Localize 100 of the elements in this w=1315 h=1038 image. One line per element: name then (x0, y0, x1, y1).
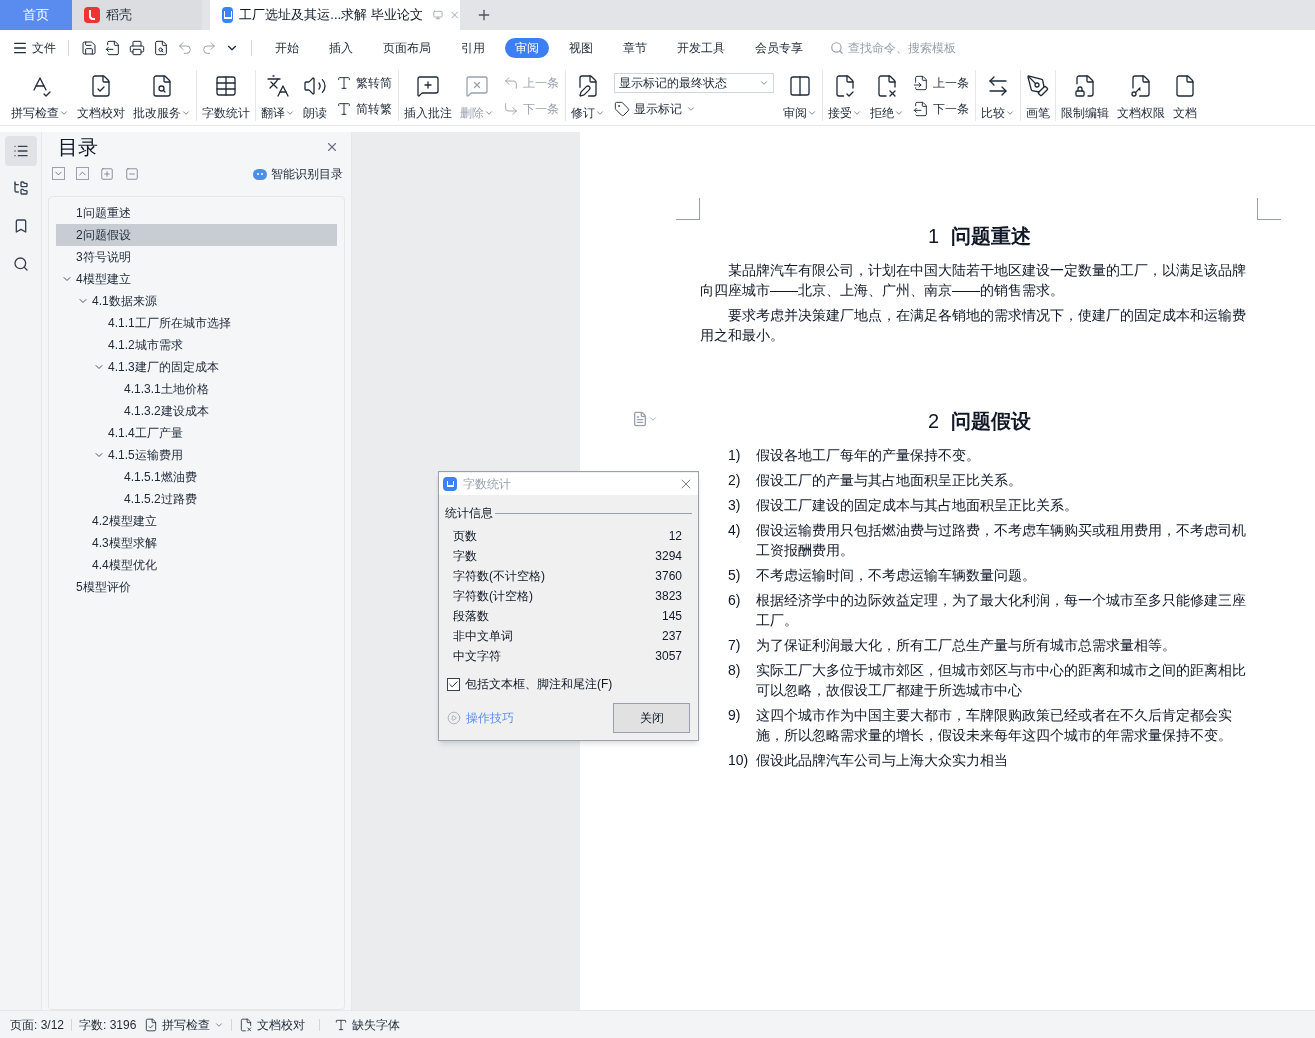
menu-tab[interactable]: 页面布局 (373, 38, 441, 58)
list-number: 1) (728, 446, 742, 465)
undo-icon[interactable] (177, 40, 193, 56)
margin-corner-mark (676, 198, 700, 220)
stat-value: 3823 (655, 588, 682, 605)
include-checkbox[interactable]: 包括文本框、脚注和尾注(F) (447, 675, 690, 693)
ribbon-button[interactable]: 下一条 (913, 99, 969, 118)
browser-tab[interactable]: 稻壳 (72, 0, 202, 30)
menu-tab[interactable]: 插入 (319, 38, 363, 58)
close-icon[interactable] (325, 140, 339, 154)
arrow-icon (503, 74, 519, 91)
toc-item[interactable]: 4.1.5.1燃油费 (56, 466, 337, 488)
print-icon[interactable] (129, 40, 145, 56)
ribbon-button[interactable]: 翻译 (258, 69, 298, 122)
menu-tab[interactable]: 会员专享 (745, 38, 813, 58)
toc-item[interactable]: 4.2模型建立 (56, 510, 337, 532)
toc-item[interactable]: 4.1.3建厂的固定成本 (56, 356, 337, 378)
ribbon-button[interactable]: 限制编辑 (1058, 69, 1112, 122)
search-icon[interactable] (12, 256, 29, 272)
outline-icon[interactable] (4, 136, 37, 166)
toc-item[interactable]: 2问题假设 (56, 224, 337, 246)
ribbon-button[interactable]: 批改服务 (130, 69, 194, 122)
stat-value: 3760 (655, 568, 682, 585)
toc-item[interactable]: 4.1.3.1土地价格 (56, 378, 337, 400)
ribbon-button[interactable]: 修订 (568, 69, 608, 122)
toc-item[interactable]: 4.1.4工厂产量 (56, 422, 337, 444)
menu-tab[interactable]: 审阅 (505, 38, 549, 58)
preview-icon[interactable] (153, 40, 169, 56)
menu-tab[interactable]: 引用 (451, 38, 495, 58)
play-icon (447, 711, 461, 725)
toc-item[interactable]: 4.3模型求解 (56, 532, 337, 554)
toc-item[interactable]: 4.4模型优化 (56, 554, 337, 576)
checkbox[interactable] (447, 677, 460, 691)
file-menu[interactable]: 文件 (12, 39, 56, 57)
ribbon-button[interactable]: 拒绝 (867, 69, 907, 122)
toc-item[interactable]: 5模型评价 (56, 576, 337, 598)
minus-icon[interactable] (125, 167, 139, 181)
toc-item[interactable]: 4模型建立 (56, 268, 337, 290)
tree-icon[interactable] (12, 180, 29, 196)
spell-check-button[interactable]: 拼写检查 (144, 1015, 225, 1034)
toc-item[interactable]: 4.1.5.2过路费 (56, 488, 337, 510)
toc-item[interactable]: 3符号说明 (56, 246, 337, 268)
ribbon-button[interactable]: 拼写检查 (8, 69, 72, 122)
toc-item[interactable]: 4.1.1工厂所在城市选择 (56, 312, 337, 334)
ribbon-button[interactable]: 文档 (1170, 69, 1200, 122)
document-icon (1173, 73, 1197, 98)
ribbon-button[interactable]: 文档校对 (74, 69, 128, 122)
menu-tab[interactable]: 章节 (613, 38, 657, 58)
markup-select[interactable]: 显示标记的最终状态 (614, 73, 774, 93)
ribbon-button[interactable]: 显示标记 (614, 100, 774, 118)
menu-tab[interactable]: 开发工具 (667, 38, 735, 58)
browser-tab[interactable]: 工厂选址及其运...求解 毕业论文 (210, 0, 460, 30)
redo-icon[interactable] (201, 40, 217, 56)
save-icon[interactable] (81, 40, 97, 56)
ribbon-button[interactable]: 字数统计 (199, 69, 253, 122)
list-number: 3) (728, 496, 742, 515)
page-status[interactable]: 页面: 3/12 (10, 1015, 65, 1034)
close-button[interactable]: 关闭 (613, 703, 690, 733)
columns-icon (788, 73, 812, 98)
ribbon-button[interactable]: 简转繁 (336, 99, 392, 118)
margin-corner-mark (1257, 198, 1281, 220)
ribbon-button[interactable]: 比较 (978, 69, 1018, 122)
toc-item[interactable]: 4.1.3.2建设成本 (56, 400, 337, 422)
toc-item[interactable]: 1问题重述 (56, 202, 337, 224)
stat-label: 字符数(计空格) (453, 588, 533, 605)
list-number: 7) (728, 636, 742, 655)
ribbon-button[interactable]: 繁转简 (336, 73, 392, 92)
ribbon-button[interactable]: 接受 (825, 69, 865, 122)
robot-icon (253, 168, 267, 180)
writer-logo-icon (443, 477, 457, 491)
list-number: 4) (728, 521, 742, 540)
expand-icon[interactable] (76, 167, 89, 180)
menu-tab[interactable]: 视图 (559, 38, 603, 58)
ribbon-button[interactable]: 插入批注 (401, 69, 455, 122)
menu-tab[interactable]: 开始 (265, 38, 309, 58)
pen-icon (1026, 73, 1050, 98)
monitor-icon[interactable] (432, 8, 443, 22)
new-tab-icon[interactable] (476, 7, 492, 23)
ribbon-button[interactable]: 画笔 (1023, 69, 1053, 122)
paragraph-handle-icon[interactable] (632, 411, 658, 427)
stat-value: 3057 (655, 648, 682, 665)
ribbon-button[interactable]: 审阅 (780, 69, 820, 122)
export-icon[interactable] (105, 40, 121, 56)
toc-item[interactable]: 4.1.2城市需求 (56, 334, 337, 356)
heading-number: 1 (927, 224, 940, 249)
collapse-icon[interactable] (52, 167, 65, 180)
ribbon-button[interactable]: 朗读 (300, 69, 330, 122)
ribbon-button[interactable]: 文档权限 (1114, 69, 1168, 122)
stat-value: 237 (661, 628, 682, 645)
plus-icon[interactable] (100, 167, 114, 181)
heading-number: 2 (927, 409, 940, 434)
smart-toc-button[interactable]: 智能识别目录 (253, 165, 343, 183)
section-label: 统计信息 (445, 505, 493, 522)
missing-fonts-button[interactable]: 缺失字体 (334, 1015, 401, 1034)
toc-item[interactable]: 4.1数据来源 (56, 290, 337, 312)
word-count-status[interactable]: 字数: 3196 (79, 1015, 137, 1034)
toc-item[interactable]: 4.1.5运输费用 (56, 444, 337, 466)
proofread-button[interactable]: 文档校对 (239, 1015, 306, 1034)
ribbon-button[interactable]: 上一条 (913, 73, 969, 92)
list-item-text: 为了保证利润最大化，所有工厂总生产量与所有城市总需求量相等。 (756, 636, 1176, 655)
